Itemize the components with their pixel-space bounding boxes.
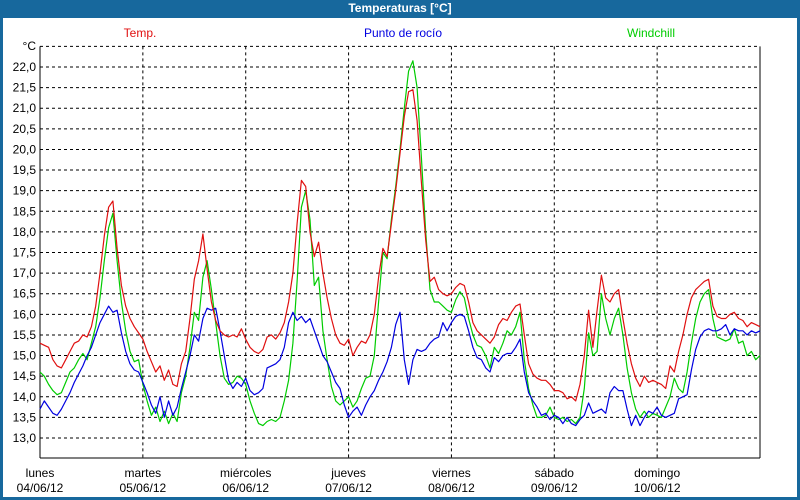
x-weekday-label: domingo: [634, 466, 680, 480]
x-weekday-label: viernes: [432, 466, 471, 480]
x-date-label: 06/06/12: [222, 481, 269, 495]
y-tick-label: 16,0: [13, 307, 37, 321]
y-tick-label: 13,0: [13, 431, 37, 445]
y-tick-label: 16,5: [13, 287, 37, 301]
y-tick-label: 22,0: [13, 60, 37, 74]
x-weekday-label: martes: [125, 466, 162, 480]
x-weekday-label: lunes: [26, 466, 55, 480]
x-date-label: 05/06/12: [119, 481, 166, 495]
x-date-label: 10/06/12: [634, 481, 681, 495]
x-date-label: 04/06/12: [17, 481, 64, 495]
y-tick-label: 21,0: [13, 101, 37, 115]
temp-series-line: [40, 90, 760, 401]
y-tick-label: 14,0: [13, 390, 37, 404]
x-date-label: 07/06/12: [325, 481, 372, 495]
x-weekday-label: sábado: [535, 466, 575, 480]
x-weekday-label: jueves: [330, 466, 366, 480]
x-date-label: 09/06/12: [531, 481, 578, 495]
y-tick-label: 18,0: [13, 225, 37, 239]
y-tick-label: 19,5: [13, 163, 37, 177]
x-date-label: 08/06/12: [428, 481, 475, 495]
window-border-left: [0, 0, 3, 500]
temperature-chart-window: Temperaturas [°C] Temp. Punto de rocío W…: [0, 0, 800, 500]
dew-point-series-line: [40, 306, 760, 426]
windchill-series-line: [40, 61, 760, 426]
y-tick-label: 13,5: [13, 410, 37, 424]
y-tick-label: 14,5: [13, 369, 37, 383]
y-tick-label: 15,5: [13, 328, 37, 342]
y-tick-label: 19,0: [13, 184, 37, 198]
y-tick-label: 15,0: [13, 349, 37, 363]
y-tick-label: 17,5: [13, 246, 37, 260]
y-tick-label: 20,5: [13, 122, 37, 136]
temperature-line-chart: 22,0 21,5 21,0 20,5 20,0 19,5 19,0 18,5 18,0 17,5…: [0, 0, 800, 500]
y-tick-label: 20,0: [13, 142, 37, 156]
x-weekday-label: miércoles: [220, 466, 271, 480]
y-tick-label: 17,0: [13, 266, 37, 280]
y-tick-label: 18,5: [13, 204, 37, 218]
y-tick-label: 21,5: [13, 81, 37, 95]
